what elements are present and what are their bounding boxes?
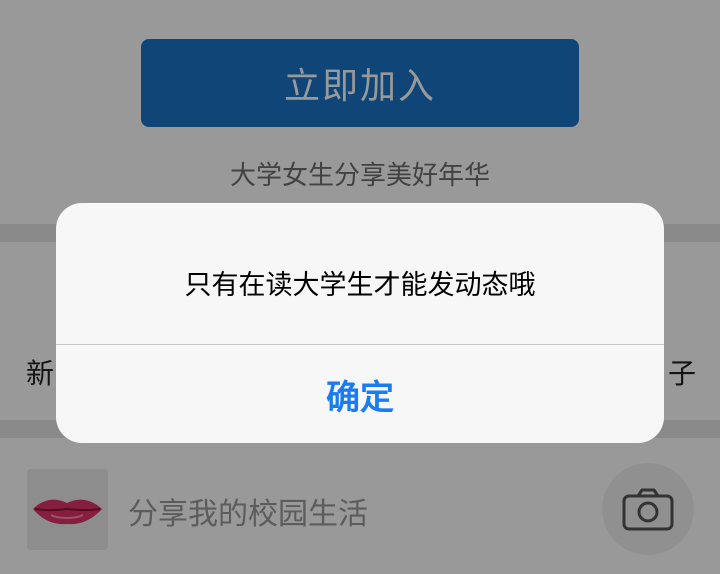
confirm-button[interactable]: 确定 <box>56 345 664 443</box>
alert-message: 只有在读大学生才能发动态哦 <box>184 270 536 301</box>
alert-dialog: 只有在读大学生才能发动态哦 确定 <box>56 203 664 443</box>
